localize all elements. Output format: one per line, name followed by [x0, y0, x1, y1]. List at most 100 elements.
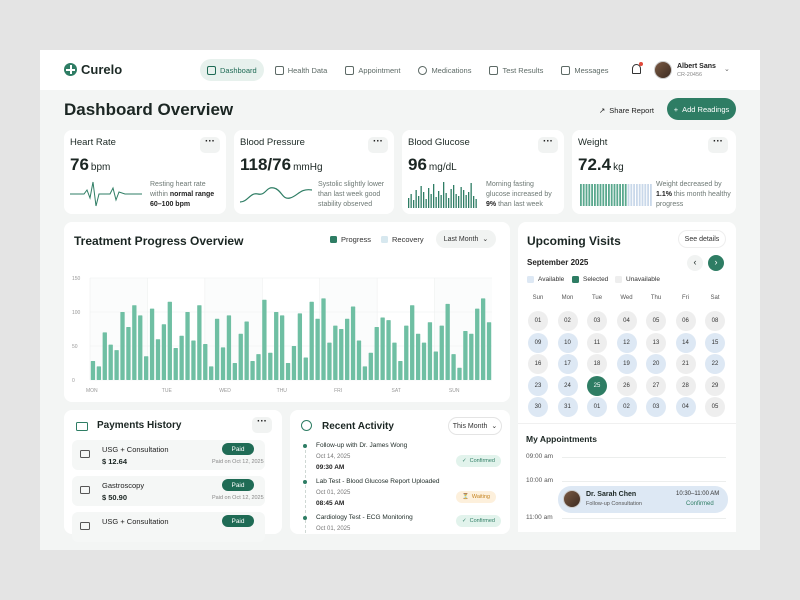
weight-bar — [624, 184, 627, 206]
x-tick-label: MON — [86, 388, 98, 394]
progress-bar — [333, 325, 338, 380]
calendar-day[interactable]: 30 — [528, 397, 548, 417]
calendar-day: 08 — [705, 311, 725, 331]
progress-bar — [433, 351, 438, 380]
calendar-day[interactable]: 19 — [616, 354, 637, 374]
weight-value: 72.4 kg — [578, 155, 624, 174]
nav-dashboard[interactable]: Dashboard — [200, 59, 264, 81]
progress-bar — [274, 312, 279, 380]
card-icon — [80, 486, 90, 494]
glucose-bar — [458, 196, 460, 208]
time-slot-10: 10:00 am — [526, 477, 554, 484]
y-tick-label: 100 — [72, 310, 81, 316]
progress-bar — [209, 366, 214, 380]
my-appointments: My Appointments 09:00 am 10:00 am 11:00 … — [518, 423, 736, 532]
calendar-day[interactable]: 22 — [705, 354, 725, 374]
weekday-label: Wed — [620, 295, 633, 301]
calendar-day[interactable]: 03 — [646, 397, 666, 417]
add-readings-button[interactable]: + Add Readings — [667, 98, 736, 120]
progress-bar — [138, 315, 143, 380]
nav-messages[interactable]: Messages — [554, 59, 615, 81]
payment-row[interactable]: USG + Consultation Paid — [72, 512, 265, 542]
calendar-day[interactable]: 14 — [675, 332, 696, 353]
progress-bar — [132, 305, 137, 380]
nav-medications[interactable]: Medications — [411, 59, 478, 81]
calendar-day[interactable]: 17 — [557, 354, 578, 374]
progress-bar — [155, 339, 161, 380]
progress-bar — [179, 335, 184, 380]
chevron-down-icon[interactable]: ⌄ — [724, 65, 730, 73]
more-options-icon[interactable]: ··· — [368, 137, 388, 153]
calendar-day[interactable]: 25 — [587, 375, 607, 396]
status-badge: Paid — [222, 515, 254, 527]
glucose-bar — [423, 192, 425, 208]
status-badge: ✓ Confirmed — [456, 515, 501, 527]
glucose-bar — [428, 188, 430, 208]
glucose-bar — [463, 190, 465, 208]
appointment-item[interactable]: Dr. Sarah Chen Follow-up Consultation 10… — [558, 486, 728, 513]
calendar-day: 27 — [646, 375, 666, 396]
calendar-day: 16 — [528, 354, 548, 374]
weight-bar — [594, 184, 596, 206]
nav-appointment[interactable]: Appointment — [338, 59, 407, 81]
nav-test-results[interactable]: Test Results — [482, 59, 550, 81]
calendar-day[interactable]: 31 — [557, 397, 578, 417]
chevron-down-icon: ⌄ — [491, 423, 498, 430]
weight-bar — [630, 184, 633, 206]
calendar-day[interactable]: 24 — [557, 375, 578, 396]
weight-bar — [616, 184, 619, 206]
calendar-day[interactable]: 09 — [528, 332, 548, 353]
page-title: Dashboard Overview — [64, 100, 234, 119]
calendar-day[interactable]: 23 — [528, 375, 548, 396]
progress-bar — [297, 313, 303, 380]
pill-icon — [416, 63, 430, 77]
progress-bar — [421, 342, 427, 380]
app-logo[interactable]: Curelo — [64, 62, 122, 77]
weight-description: Weight decreased by 1.1% this month heal… — [656, 181, 731, 208]
weight-bar — [608, 184, 610, 206]
calendar-day[interactable]: 04 — [675, 397, 696, 417]
period-dropdown[interactable]: Last Month ⌄ — [436, 230, 496, 248]
blood-glucose-value: 96 mg/dL — [408, 155, 457, 174]
visits-title: Upcoming Visits — [527, 234, 621, 248]
calendar-day[interactable]: 20 — [646, 354, 666, 374]
next-month-button[interactable]: › — [708, 255, 724, 271]
progress-bar — [102, 332, 107, 380]
more-options-icon[interactable]: ··· — [200, 137, 220, 153]
progress-bar — [321, 298, 326, 380]
progress-bar — [404, 325, 409, 380]
weight-bar — [647, 184, 649, 206]
calendar-day[interactable]: 12 — [616, 332, 637, 353]
calendar-day[interactable]: 15 — [705, 332, 725, 353]
payment-row[interactable]: Gastroscopy $ 50.90 Paid Paid on Oct 12,… — [72, 476, 265, 506]
user-menu[interactable]: Albert Sans CR-20456 — [654, 56, 734, 84]
x-tick-label: SAT — [392, 388, 401, 394]
progress-bar — [114, 350, 119, 380]
nav-health-data[interactable]: Health Data — [268, 59, 335, 81]
glucose-bar — [455, 194, 457, 208]
progress-bar — [203, 343, 208, 380]
more-options-icon[interactable]: ··· — [708, 137, 728, 153]
calendar-day: 26 — [616, 375, 637, 396]
calendar-day[interactable]: 01 — [587, 397, 607, 417]
treatment-chart: 150 100 50 0 MON TUE WED THU FRI SAT SUN — [72, 276, 492, 394]
x-tick-label: FRI — [334, 388, 342, 394]
progress-bar — [291, 346, 297, 380]
activity-period-dropdown[interactable]: This Month ⌄ — [448, 417, 502, 435]
calendar-month: September 2025 — [527, 258, 589, 267]
calendar-icon — [345, 65, 355, 75]
prev-month-button[interactable]: ‹ — [687, 255, 703, 271]
share-report-button[interactable]: ↗ Share Report — [593, 100, 660, 120]
calendar-day[interactable]: 02 — [616, 397, 637, 417]
payment-row[interactable]: USG + Consultation $ 12.64 Paid Paid on … — [72, 440, 265, 470]
more-options-icon[interactable]: ··· — [252, 417, 272, 433]
see-details-button[interactable]: See details — [678, 230, 726, 248]
calendar-day: 28 — [675, 375, 696, 396]
more-options-icon[interactable]: ··· — [538, 137, 558, 153]
calendar-day: 11 — [587, 332, 607, 353]
calendar-day[interactable]: 10 — [557, 332, 578, 353]
progress-bar — [144, 356, 149, 380]
weight-bar — [602, 184, 605, 206]
weight-bar — [638, 184, 641, 206]
progress-bar — [149, 308, 155, 380]
